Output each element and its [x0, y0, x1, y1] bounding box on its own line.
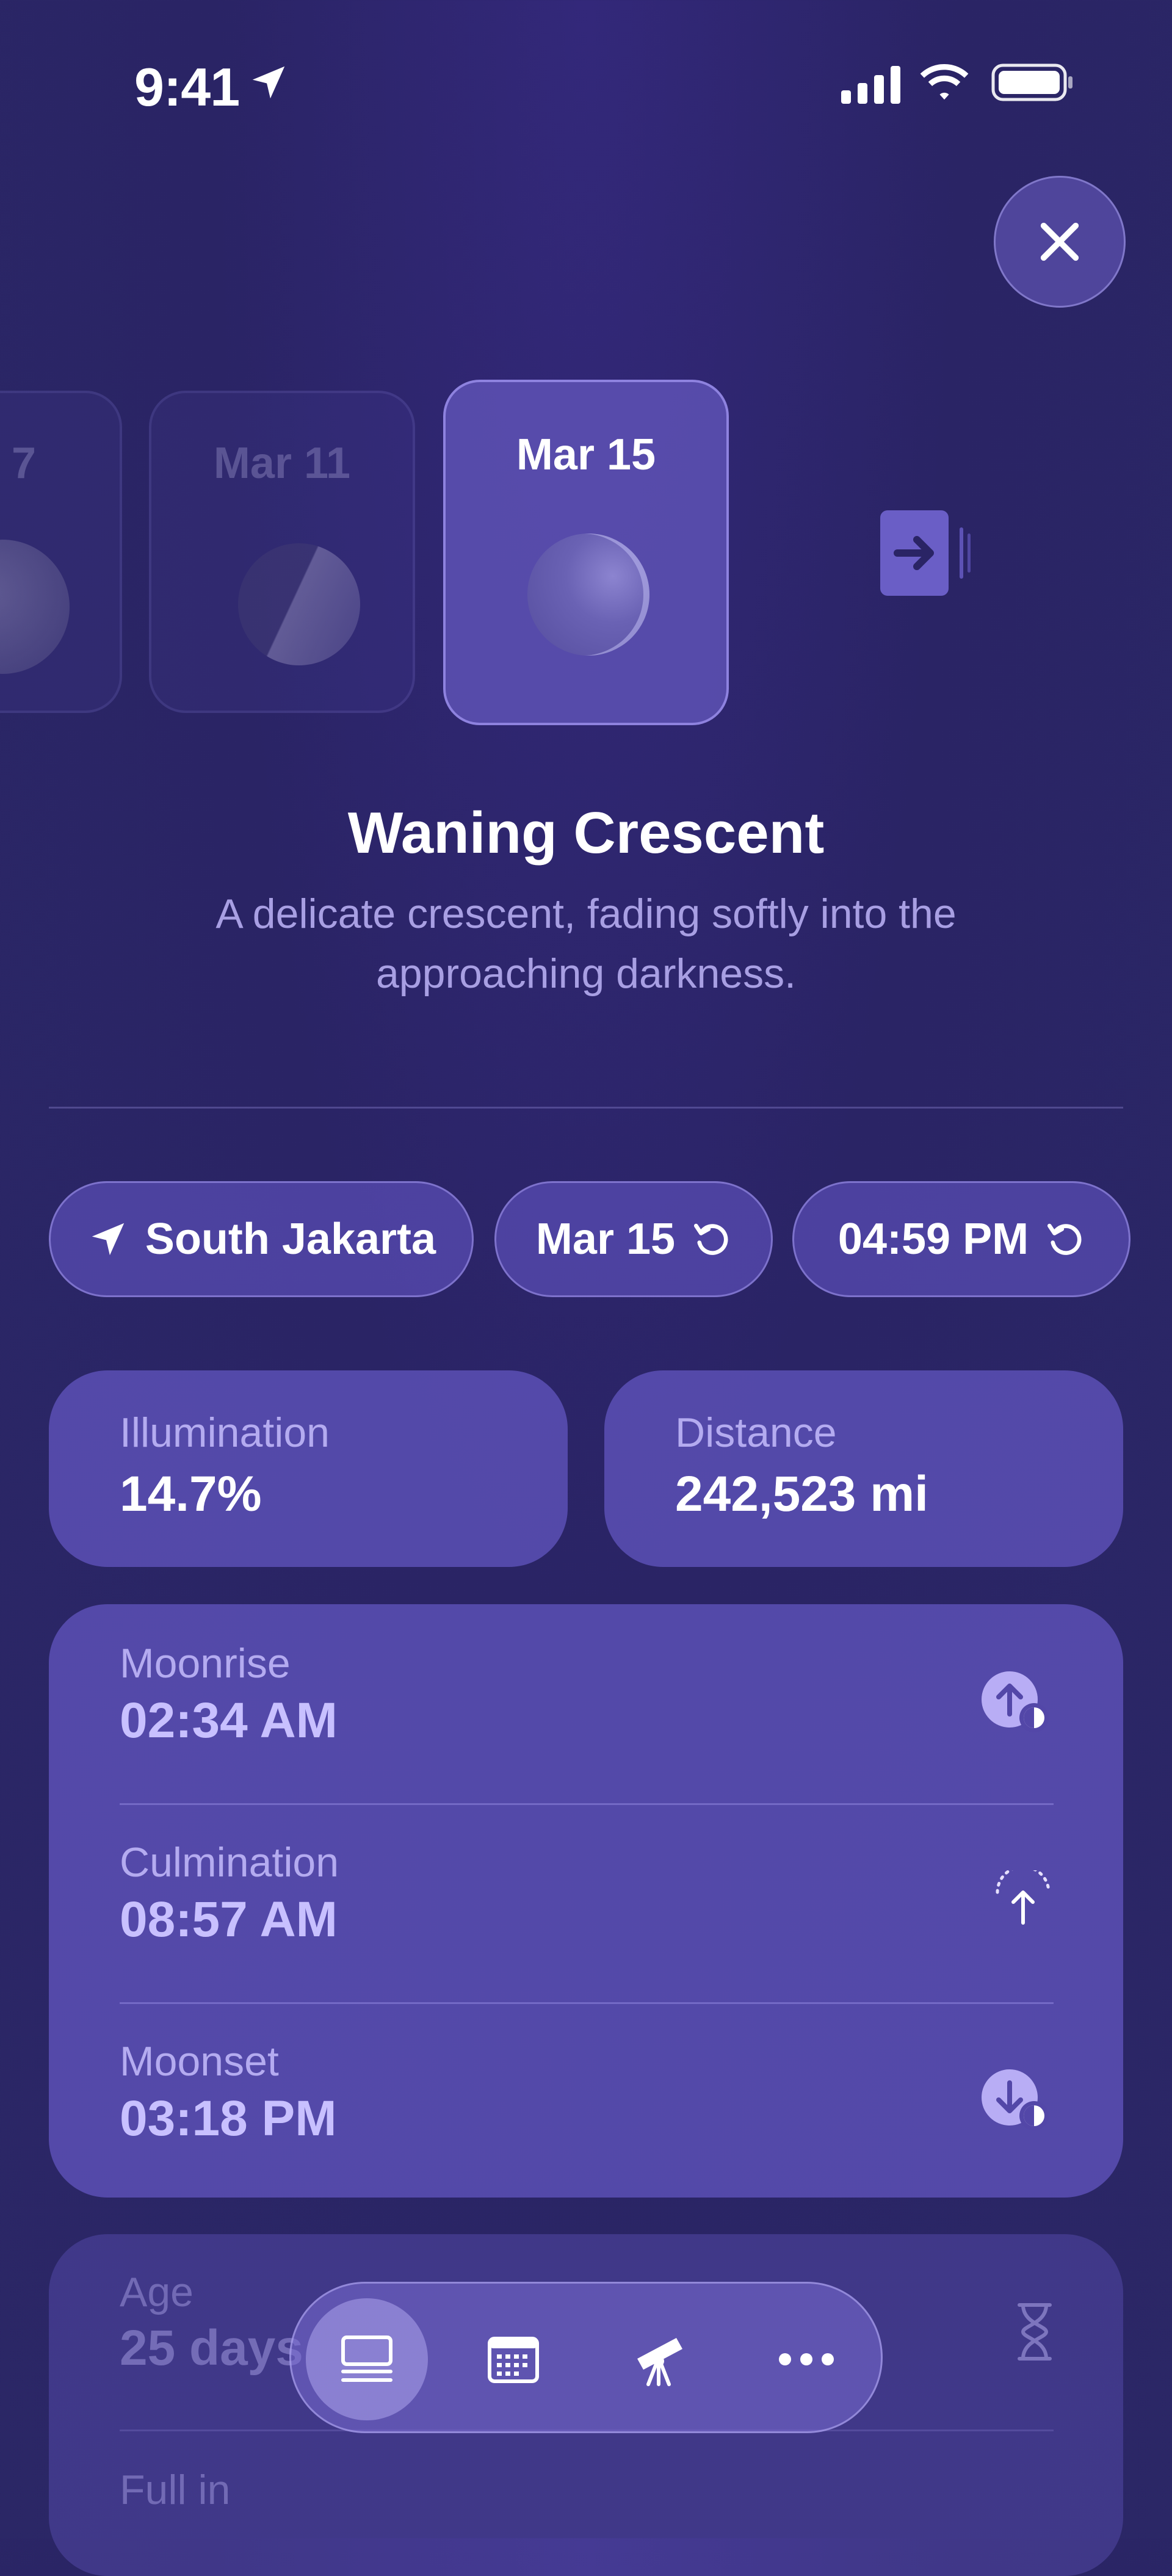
tab-more[interactable] — [745, 2298, 867, 2420]
location-label: South Jakarta — [145, 1215, 436, 1264]
culmination-row: Culmination 08:57 AM — [120, 1803, 1054, 2002]
status-time: 9:41 — [134, 57, 240, 117]
distance-card: Distance 242,523 mi — [604, 1370, 1123, 1567]
reset-icon — [694, 1223, 728, 1255]
day-label: Mar 15 — [516, 430, 656, 479]
moonrise-label: Moonrise — [120, 1640, 291, 1687]
time-chip[interactable]: 04:59 PM — [792, 1181, 1130, 1297]
illumination-card: Illumination 14.7% — [49, 1370, 568, 1567]
moonrise-row: Moonrise 02:34 AM — [120, 1604, 1054, 1803]
moon-image — [527, 534, 649, 656]
moonrise-icon — [982, 1671, 1049, 1732]
more-icon — [779, 2353, 834, 2365]
tab-overview[interactable] — [306, 2298, 428, 2420]
moonrise-value: 02:34 AM — [120, 1693, 338, 1748]
moon-image — [238, 543, 360, 665]
distance-label: Distance — [675, 1409, 837, 1456]
phase-description: A delicate crescent, fading softly into … — [215, 891, 957, 997]
divider — [49, 1107, 1123, 1109]
close-icon — [1040, 222, 1079, 261]
illumination-value: 14.7% — [120, 1466, 262, 1522]
moonset-value: 03:18 PM — [120, 2091, 337, 2146]
phase-title: Waning Crescent — [347, 800, 825, 866]
location-arrow-icon — [92, 1223, 125, 1256]
moonset-row: Moonset 03:18 PM — [120, 2002, 1054, 2201]
telescope-icon — [637, 2338, 682, 2386]
overview-icon — [341, 2335, 392, 2382]
date-label: Mar 15 — [535, 1215, 676, 1264]
tab-observe[interactable] — [599, 2298, 721, 2420]
close-button[interactable] — [994, 176, 1126, 308]
location-arrow-icon — [252, 66, 285, 99]
date-chip[interactable]: Mar 15 — [494, 1181, 773, 1297]
tab-bar — [289, 2282, 883, 2433]
calendar-icon — [488, 2337, 539, 2383]
day-label: Mar 7 — [0, 439, 37, 488]
culmination-value: 08:57 AM — [120, 1892, 338, 1947]
reset-icon — [1047, 1223, 1082, 1255]
location-chip[interactable]: South Jakarta — [49, 1181, 474, 1297]
time-label: 04:59 PM — [837, 1215, 1029, 1264]
age-label: Age — [120, 2269, 194, 2315]
distance-value: 242,523 mi — [675, 1466, 928, 1522]
moon-image — [0, 540, 70, 674]
cellular-signal-icon — [841, 66, 900, 104]
hourglass-icon — [1018, 2303, 1052, 2361]
tab-calendar[interactable] — [452, 2298, 574, 2420]
full-in-label: Full in — [120, 2467, 231, 2513]
day-card-mar-11[interactable]: Mar 11 — [149, 391, 415, 713]
moonset-label: Moonset — [120, 2038, 279, 2085]
age-value: 25 days — [120, 2320, 303, 2376]
battery-icon — [991, 63, 1073, 101]
moon-times-card: Moonrise 02:34 AM Culmination 08:57 AM M… — [49, 1604, 1123, 2198]
day-label: Mar 11 — [213, 439, 351, 488]
moonset-icon — [982, 2069, 1049, 2130]
next-dates-icon[interactable] — [880, 510, 978, 596]
culmination-icon — [996, 1870, 1051, 1925]
day-card-mar-7[interactable]: Mar 7 — [0, 391, 122, 713]
illumination-label: Illumination — [120, 1409, 330, 1456]
day-card-mar-15[interactable]: Mar 15 — [443, 380, 729, 725]
wifi-icon — [920, 64, 969, 100]
culmination-label: Culmination — [120, 1839, 339, 1886]
